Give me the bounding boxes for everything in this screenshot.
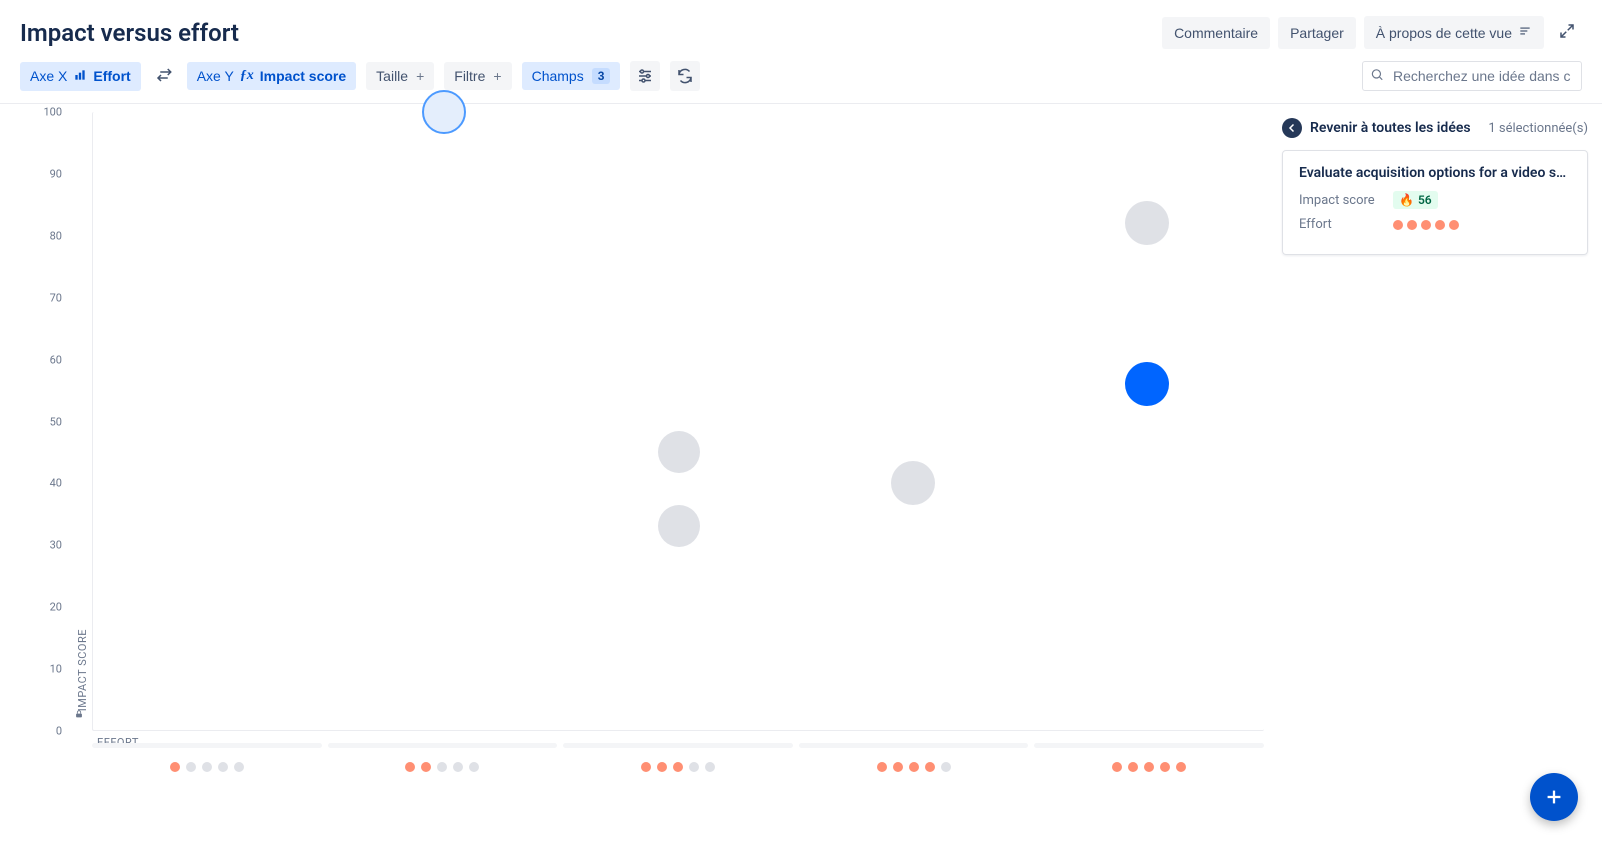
filter-pill[interactable]: Filtre + bbox=[444, 62, 511, 90]
effort-dots bbox=[1393, 220, 1459, 230]
x-category bbox=[328, 743, 558, 811]
y-tick: 80 bbox=[50, 229, 62, 242]
axis-y-value: Impact score bbox=[260, 68, 346, 84]
data-point[interactable] bbox=[422, 90, 466, 134]
axis-x-pill[interactable]: Axe X Effort bbox=[20, 62, 141, 91]
data-point[interactable] bbox=[1125, 362, 1169, 406]
idea-card-title: Evaluate acquisition options for a video… bbox=[1299, 165, 1571, 181]
data-point[interactable] bbox=[658, 431, 700, 473]
axis-y-pill[interactable]: Axe Y ƒx Impact score bbox=[187, 62, 356, 90]
y-tick: 100 bbox=[43, 106, 62, 119]
refresh-icon-button[interactable] bbox=[670, 61, 700, 91]
comment-button[interactable]: Commentaire bbox=[1162, 17, 1270, 49]
fields-pill[interactable]: Champs 3 bbox=[522, 62, 621, 90]
axis-x-value: Effort bbox=[93, 68, 130, 84]
impact-score-badge: 🔥 56 bbox=[1393, 191, 1438, 209]
filter-label: Filtre bbox=[454, 68, 485, 84]
about-view-label: À propos de cette vue bbox=[1376, 25, 1512, 41]
axis-y-label: Axe Y bbox=[197, 68, 234, 84]
create-fab-button[interactable] bbox=[1530, 773, 1578, 821]
settings-icon-button[interactable] bbox=[630, 61, 660, 91]
share-button[interactable]: Partager bbox=[1278, 17, 1356, 49]
size-label: Taille bbox=[376, 68, 408, 84]
back-to-all-ideas-button[interactable]: Revenir à toutes les idées bbox=[1282, 118, 1471, 138]
fx-icon: ƒx bbox=[240, 68, 254, 84]
y-tick: 70 bbox=[50, 291, 62, 304]
y-tick: 40 bbox=[50, 477, 62, 490]
x-category bbox=[1034, 743, 1264, 811]
search-input[interactable] bbox=[1362, 61, 1582, 91]
selection-count: 1 sélectionnée(s) bbox=[1488, 121, 1588, 136]
y-axis-label: IMPACT SCORE bbox=[76, 629, 89, 711]
impact-score-label: Impact score bbox=[1299, 193, 1381, 208]
y-tick: 20 bbox=[50, 601, 62, 614]
y-tick: 90 bbox=[50, 167, 62, 180]
page-title: Impact versus effort bbox=[20, 19, 239, 47]
x-category bbox=[799, 743, 1029, 811]
effort-label: Effort bbox=[1299, 217, 1381, 232]
data-point[interactable] bbox=[658, 505, 700, 547]
fields-label: Champs bbox=[532, 68, 584, 84]
bar-chart-icon bbox=[73, 68, 87, 85]
y-tick: 10 bbox=[50, 663, 62, 676]
size-pill[interactable]: Taille + bbox=[366, 62, 434, 90]
impact-score-value: 56 bbox=[1418, 193, 1432, 207]
about-view-button[interactable]: À propos de cette vue bbox=[1364, 16, 1544, 49]
menu-icon bbox=[1518, 24, 1532, 41]
x-category bbox=[92, 743, 322, 811]
search-icon bbox=[1370, 67, 1384, 86]
expand-button[interactable] bbox=[1552, 16, 1582, 49]
swap-axes-button[interactable] bbox=[151, 62, 177, 91]
back-arrow-icon bbox=[1282, 118, 1302, 138]
y-tick: 50 bbox=[50, 415, 62, 428]
fire-icon: 🔥 bbox=[1399, 193, 1414, 207]
x-category bbox=[563, 743, 793, 811]
back-label: Revenir à toutes les idées bbox=[1310, 120, 1471, 136]
plus-icon: + bbox=[416, 68, 424, 84]
axis-x-label: Axe X bbox=[30, 68, 67, 84]
data-point[interactable] bbox=[891, 461, 935, 505]
idea-card[interactable]: Evaluate acquisition options for a video… bbox=[1282, 150, 1588, 255]
plus-icon: + bbox=[493, 68, 501, 84]
y-tick: 0 bbox=[56, 725, 62, 738]
fields-count-badge: 3 bbox=[592, 68, 611, 84]
y-tick: 60 bbox=[50, 353, 62, 366]
lock-icon bbox=[74, 704, 84, 723]
y-tick: 30 bbox=[50, 539, 62, 552]
chart-area: 0102030405060708090100 IMPACT SCORE EFFO… bbox=[22, 112, 1268, 831]
data-point[interactable] bbox=[1125, 201, 1169, 245]
